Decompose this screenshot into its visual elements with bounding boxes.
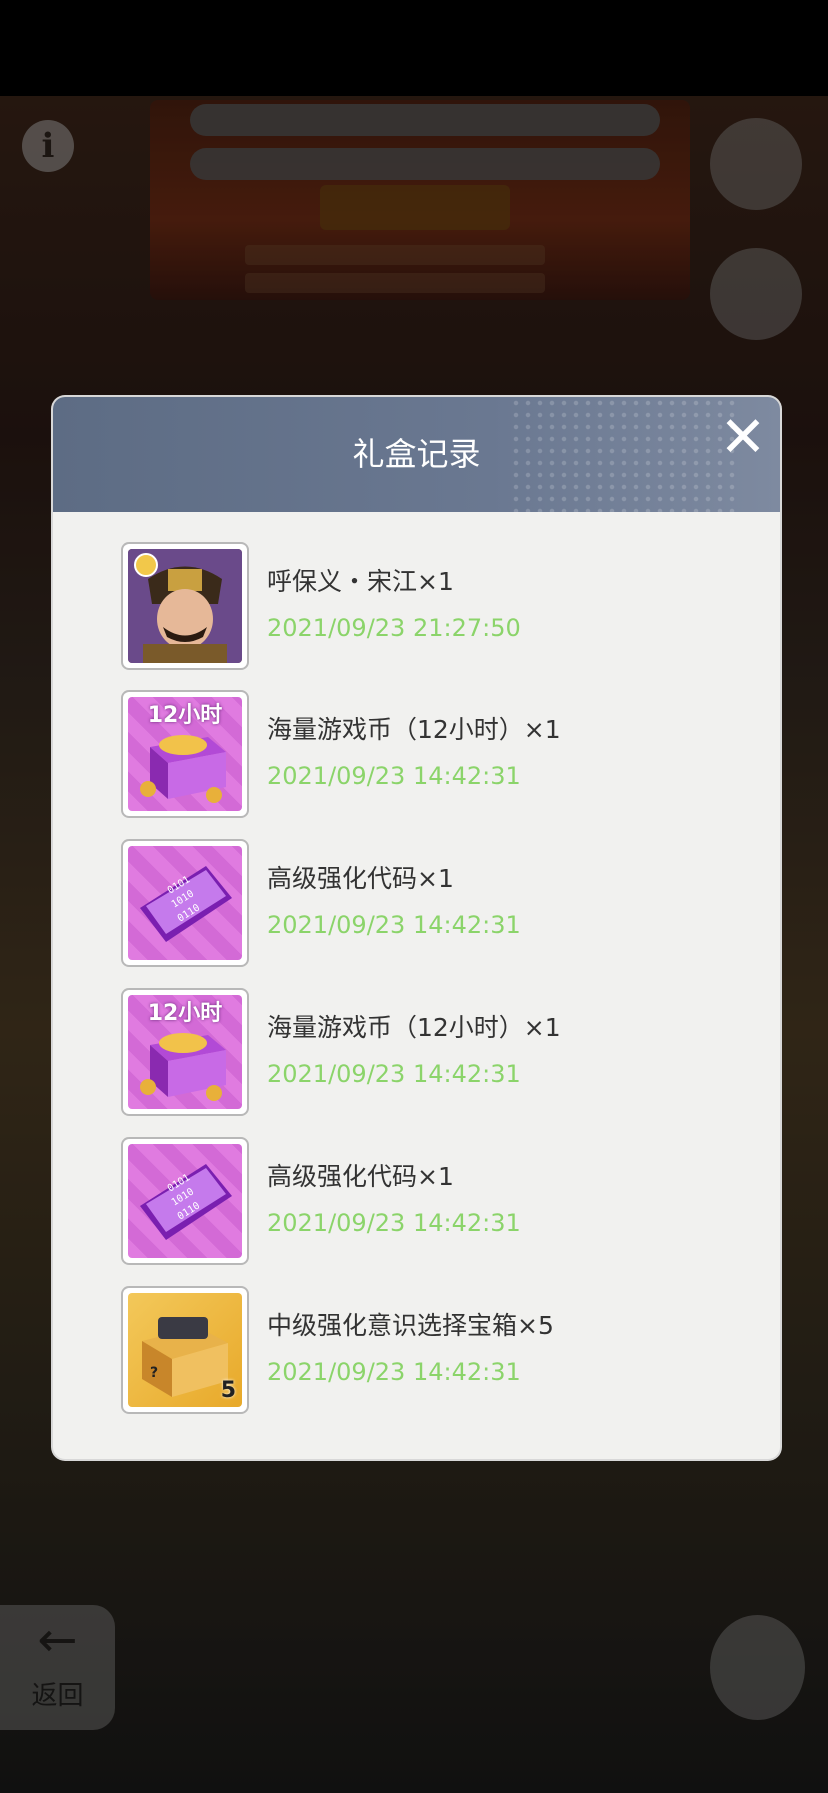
list-item: ? 5 中级强化意识选择宝箱×5 2021/09/23 14:42:31: [53, 1256, 780, 1414]
item-thumbnail: 12小时: [121, 690, 249, 818]
code-card-art: 0101 1010 0110: [140, 866, 232, 942]
list-item: 0101 1010 0110 高级强化代码×1 2021/09/23 14:42…: [53, 1107, 780, 1265]
duration-badge: 12小时: [147, 703, 223, 728]
item-name: 海量游戏币（12小时）×1: [267, 1013, 561, 1042]
list-item: 12小时 海量游戏币（12小时）×1 2021/09/23 14:42:31: [53, 958, 780, 1116]
item-thumbnail: 12小时: [121, 988, 249, 1116]
close-icon[interactable]: ✕: [718, 410, 768, 466]
item-thumbnail: 0101 1010 0110: [121, 839, 249, 967]
item-timestamp: 2021/09/23 14:42:31: [267, 1209, 521, 1237]
hero-portrait-art: [128, 549, 242, 663]
item-timestamp: 2021/09/23 14:42:31: [267, 1358, 521, 1386]
duration-badge: 12小时: [147, 1001, 223, 1026]
list-item: 0101 1010 0110 高级强化代码×1 2021/09/23 14:42…: [53, 809, 780, 967]
record-list[interactable]: 呼保义・宋江×1 2021/09/23 21:27:50 12小时 海量游戏币（…: [53, 512, 780, 1459]
gift-box-record-dialog: 礼盒记录 ✕ 呼保义・宋江×1 2021/09/23 21:27:50 12小时…: [53, 397, 780, 1459]
item-name: 高级强化代码×1: [267, 864, 454, 893]
list-item: 呼保义・宋江×1 2021/09/23 21:27:50: [53, 512, 780, 670]
item-name: 海量游戏币（12小时）×1: [267, 715, 561, 744]
item-timestamp: 2021/09/23 14:42:31: [267, 762, 521, 790]
item-timestamp: 2021/09/23 21:27:50: [267, 614, 521, 642]
item-timestamp: 2021/09/23 14:42:31: [267, 1060, 521, 1088]
item-name: 中级强化意识选择宝箱×5: [267, 1311, 554, 1340]
coin-box-icon: 12小时: [128, 697, 242, 811]
code-card-art: 0101 1010 0110: [140, 1164, 232, 1240]
list-item: 12小时 海量游戏币（12小时）×1 2021/09/23 14:42:31: [53, 660, 780, 818]
item-count-badge: 5: [220, 1378, 236, 1403]
code-card-icon: 0101 1010 0110: [128, 1144, 242, 1258]
hero-portrait-icon: [128, 549, 242, 663]
dialog-header: 礼盒记录 ✕: [53, 397, 780, 512]
item-thumbnail: 0101 1010 0110: [121, 1137, 249, 1265]
svg-text:?: ?: [150, 1365, 158, 1381]
coin-box-icon: 12小时: [128, 995, 242, 1109]
item-thumbnail: ? 5: [121, 1286, 249, 1414]
item-timestamp: 2021/09/23 14:42:31: [267, 911, 521, 939]
item-name: 呼保义・宋江×1: [267, 567, 454, 596]
code-card-icon: 0101 1010 0110: [128, 846, 242, 960]
dialog-title: 礼盒记录: [352, 435, 481, 473]
item-name: 高级强化代码×1: [267, 1162, 454, 1191]
treasure-chest-icon: ? 5: [128, 1293, 242, 1407]
item-thumbnail: [121, 542, 249, 670]
